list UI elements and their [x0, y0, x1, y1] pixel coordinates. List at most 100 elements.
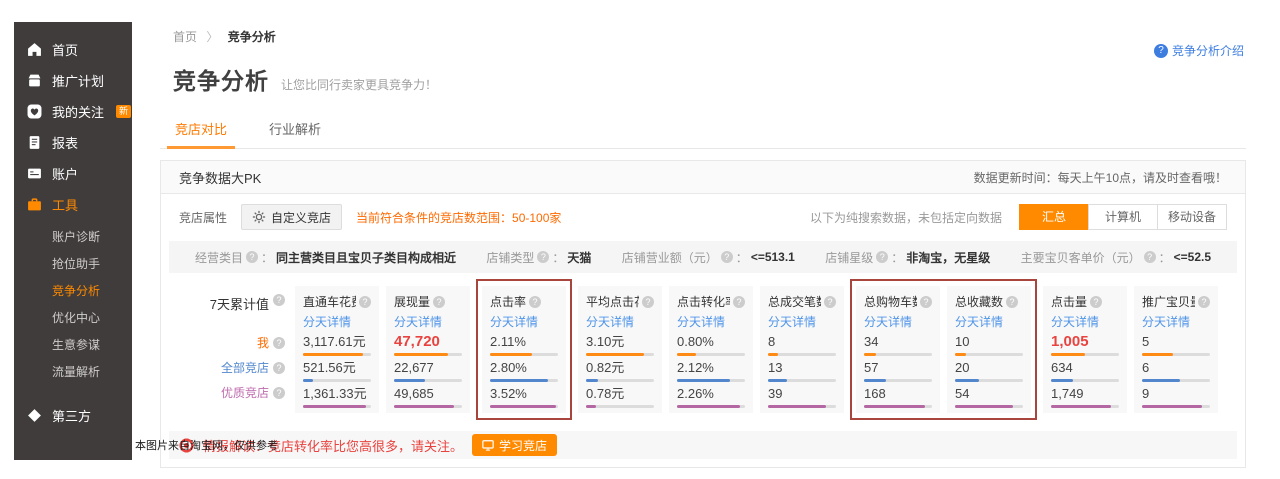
help-circle-icon[interactable]	[246, 251, 258, 263]
daily-detail-link[interactable]: 分天详情	[768, 313, 816, 330]
help-circle-icon[interactable]	[273, 294, 285, 306]
metric-value: 57	[864, 360, 932, 375]
custom-shops-label: 自定义竞店	[271, 209, 331, 226]
daily-detail-link[interactable]: 分天详情	[586, 313, 634, 330]
sidebar-subitem-position-helper[interactable]: 抢位助手	[14, 251, 132, 278]
metric-value: 47,720	[394, 334, 462, 349]
search-data-note: 以下为纯搜索数据，未包括定向数据	[810, 209, 1002, 226]
metric-bar	[1051, 379, 1119, 382]
help-circle-icon[interactable]	[824, 296, 836, 308]
help-circle-icon[interactable]	[721, 251, 733, 263]
help-circle-icon[interactable]	[733, 296, 745, 308]
sidebar-item-reports[interactable]: 报表	[14, 127, 132, 158]
daily-detail-link[interactable]: 分天详情	[394, 313, 442, 330]
sidebar-item-tools[interactable]: 工具	[14, 189, 132, 220]
sidebar-item-watchlist[interactable]: 我的关注 新	[14, 96, 132, 127]
help-circle-icon[interactable]	[273, 387, 285, 399]
metric-cell: 2.80%	[490, 360, 558, 382]
help-circle-icon[interactable]	[1144, 251, 1156, 263]
device-tab-mobile[interactable]: 移动设备	[1157, 204, 1227, 230]
help-circle-icon[interactable]	[1198, 296, 1210, 308]
shop-range-note: 当前符合条件的竞店数范围：50-100家	[356, 209, 561, 226]
shop-attr-label: 竞店属性	[179, 209, 227, 226]
help-circle-icon[interactable]	[1090, 296, 1102, 308]
metric-value: 3.52%	[490, 386, 558, 401]
metric-value: 22,677	[394, 360, 462, 375]
help-circle-icon[interactable]	[529, 296, 541, 308]
metric-cell: 22,677	[394, 360, 462, 382]
sidebar-subitem-traffic-analysis[interactable]: 流量解析	[14, 359, 132, 386]
highlight-outline-box: 总购物车数分天详情3457168总收藏数分天详情102054	[850, 279, 1037, 420]
metric-cell: 6	[1142, 360, 1210, 382]
metric-header: 推广宝贝量	[1142, 293, 1210, 310]
metric-bar	[586, 405, 654, 408]
help-circle-icon[interactable]	[920, 296, 932, 308]
metric-bar	[490, 353, 558, 356]
daily-detail-link[interactable]: 分天详情	[955, 313, 1003, 330]
metric-column: 平均点击花费分天详情3.10元0.82元0.78元	[578, 286, 662, 413]
metric-bar	[394, 353, 462, 356]
device-tab-summary[interactable]: 汇总	[1019, 204, 1089, 230]
period-label: 7天累计值	[167, 294, 285, 330]
metric-value: 54	[955, 386, 1023, 401]
condition-category: 经营类目：同主营类目且宝贝子类目构成相近	[195, 249, 456, 266]
sidebar-subitem-business-advisor[interactable]: 生意参谋	[14, 332, 132, 359]
learn-competitor-button[interactable]: 学习竞店	[472, 434, 557, 456]
condition-star-level: 店铺星级：非淘宝，无星级	[825, 249, 990, 266]
sidebar-item-account[interactable]: 账户	[14, 158, 132, 189]
intro-help-link[interactable]: 竞争分析介绍	[1154, 42, 1244, 59]
custom-shops-button[interactable]: 自定义竞店	[241, 204, 342, 230]
metric-cell: 39	[768, 386, 836, 408]
sidebar-subitem-optimization-center[interactable]: 优化中心	[14, 305, 132, 332]
metric-cell: 2.12%	[677, 360, 745, 382]
breadcrumb-separator-icon: 〉	[206, 30, 218, 44]
help-circle-icon[interactable]	[273, 362, 285, 374]
metric-cell: 0.80%	[677, 334, 745, 356]
help-circle-icon[interactable]	[1006, 296, 1018, 308]
metric-value: 39	[768, 386, 836, 401]
help-circle-icon[interactable]	[876, 251, 888, 263]
tab-shop-compare[interactable]: 竞店对比	[173, 113, 229, 148]
sidebar-item-label: 推广计划	[52, 71, 104, 90]
metric-value: 1,361.33元	[303, 386, 371, 401]
metric-bar	[768, 379, 836, 382]
sidebar-item-label: 首页	[52, 40, 78, 59]
breadcrumb-home[interactable]: 首页	[173, 30, 197, 44]
metric-header: 平均点击花费	[586, 293, 654, 310]
sidebar-item-home[interactable]: 首页	[14, 34, 132, 65]
daily-detail-link[interactable]: 分天详情	[303, 313, 351, 330]
help-circle-icon[interactable]	[642, 296, 654, 308]
sidebar-item-campaign[interactable]: 推广计划	[14, 65, 132, 96]
metric-column: 直通车花费分天详情3,117.61元521.56元1,361.33元	[295, 286, 379, 413]
metric-cell: 13	[768, 360, 836, 382]
sidebar-item-label: 第三方	[52, 406, 91, 425]
metric-bar	[490, 379, 558, 382]
metric-bar	[586, 379, 654, 382]
metric-column: 总成交笔数分天详情81339	[760, 286, 844, 413]
daily-detail-link[interactable]: 分天详情	[864, 313, 912, 330]
help-circle-icon[interactable]	[433, 296, 445, 308]
daily-detail-link[interactable]: 分天详情	[1142, 313, 1190, 330]
metric-column: 点击转化率分天详情0.80%2.12%2.26%	[669, 286, 753, 413]
toolbox-icon	[27, 197, 42, 212]
help-circle-icon[interactable]	[537, 251, 549, 263]
sidebar-subitem-account-diagnosis[interactable]: 账户诊断	[14, 224, 132, 251]
help-circle-icon[interactable]	[273, 337, 285, 349]
metric-header: 总成交笔数	[768, 293, 836, 310]
sidebar-item-third-party[interactable]: 第三方	[14, 400, 132, 431]
help-circle-icon[interactable]	[359, 296, 371, 308]
row-label-all-competitors: 全部竞店	[167, 355, 285, 380]
metric-bar	[303, 379, 371, 382]
panel-header: 竞争数据大PK 数据更新时间：每天上午10点，请及时查看哦！	[161, 161, 1245, 194]
daily-detail-link[interactable]: 分天详情	[677, 313, 725, 330]
daily-detail-link[interactable]: 分天详情	[1051, 313, 1099, 330]
sidebar-subitem-competition-analysis[interactable]: 竞争分析	[14, 278, 132, 305]
device-tab-group: 汇总 计算机 移动设备	[1020, 204, 1227, 230]
daily-detail-link[interactable]: 分天详情	[490, 313, 538, 330]
report-icon	[27, 135, 42, 150]
metric-bar	[864, 405, 932, 408]
metric-cell: 1,361.33元	[303, 386, 371, 408]
filter-row: 竞店属性 自定义竞店 当前符合条件的竞店数范围：50-100家 以下为纯搜索数据…	[161, 194, 1245, 239]
device-tab-pc[interactable]: 计算机	[1088, 204, 1158, 230]
tab-industry-analysis[interactable]: 行业解析	[267, 113, 323, 148]
